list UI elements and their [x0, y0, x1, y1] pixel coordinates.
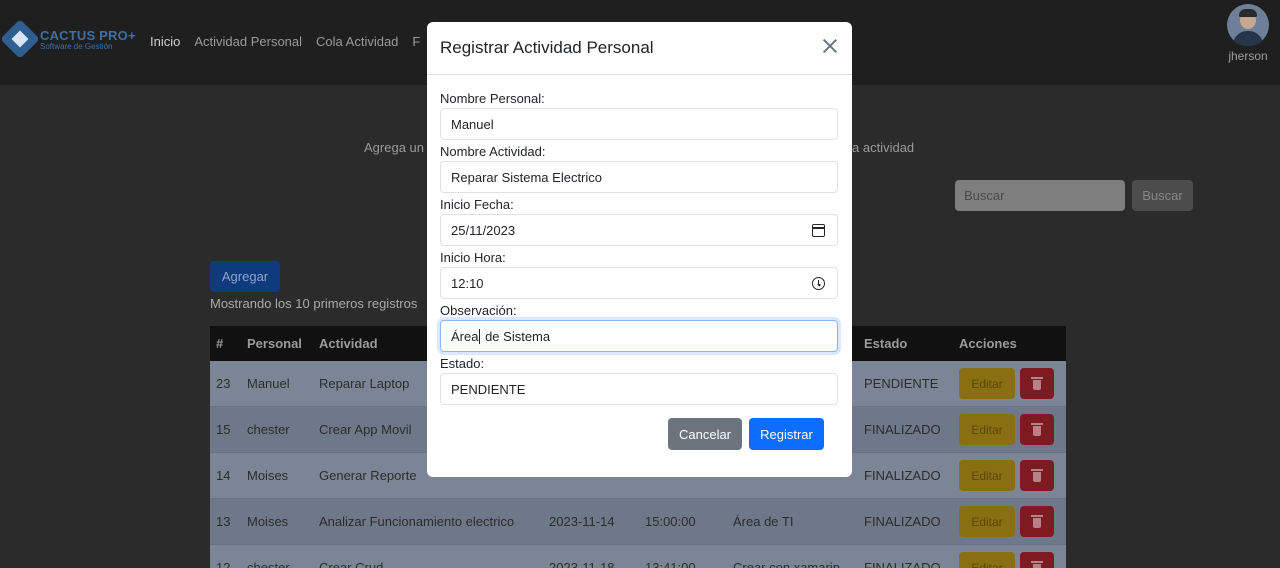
inicio-fecha-label: Inicio Fecha:	[440, 197, 514, 212]
cell-personal: chester	[247, 422, 290, 437]
page-subtitle-right: a actividad	[852, 140, 915, 155]
cactus-logo-icon	[0, 19, 40, 59]
trash-icon	[1031, 561, 1043, 568]
cell-estado: PENDIENTE	[864, 376, 939, 391]
header-id: #	[216, 336, 224, 351]
trash-icon	[1031, 515, 1043, 528]
cell-personal: Moises	[247, 514, 289, 529]
delete-button[interactable]	[1020, 414, 1054, 445]
trash-icon	[1031, 377, 1043, 390]
cell-observacion: Área de TI	[733, 514, 794, 529]
cell-estado: FINALIZADO	[864, 560, 941, 568]
cell-estado: FINALIZADO	[864, 422, 941, 437]
nav-link-inicio[interactable]: Inicio	[150, 34, 180, 49]
nombre-actividad-input[interactable]: Reparar Sistema Electrico	[440, 161, 838, 193]
edit-button[interactable]: Editar	[959, 552, 1015, 568]
brand[interactable]: CACTUS PRO+ Software de Gestión	[0, 19, 136, 59]
estado-value: PENDIENTE	[451, 381, 526, 397]
observacion-value-after: de Sistema	[481, 328, 551, 344]
delete-button[interactable]	[1020, 368, 1054, 399]
nombre-personal-input[interactable]: Manuel	[440, 108, 838, 140]
estado-input[interactable]: PENDIENTE	[440, 373, 838, 405]
inicio-hora-value: 12:10	[451, 275, 484, 291]
nombre-personal-value: Manuel	[451, 116, 494, 132]
cell-hora: 15:00:00	[645, 514, 696, 529]
page-subtitle-left: Agrega un	[364, 140, 424, 155]
add-button[interactable]: Agregar	[210, 261, 280, 292]
brand-title: CACTUS PRO+	[40, 28, 136, 43]
cell-actividad: Analizar Funcionamiento electrico	[319, 514, 515, 529]
header-estado: Estado	[864, 336, 908, 351]
cell-estado: FINALIZADO	[864, 468, 941, 483]
cell-fecha: 2023-11-14	[549, 514, 615, 529]
cancel-button[interactable]: Cancelar	[668, 418, 742, 450]
inicio-fecha-value: 25/11/2023	[451, 222, 516, 238]
modal-footer: Cancelar Registrar	[668, 418, 824, 450]
cell-actividad: Crear Crud	[319, 560, 384, 568]
trash-icon	[1031, 469, 1043, 482]
search-input[interactable]	[955, 180, 1125, 211]
cell-id: 23	[216, 376, 231, 391]
modal-title: Registrar Actividad Personal	[440, 38, 654, 57]
edit-button[interactable]: Editar	[959, 506, 1015, 537]
edit-button[interactable]: Editar	[959, 414, 1015, 445]
table-row: 13 Moises Analizar Funcionamiento electr…	[210, 499, 1066, 545]
text-cursor	[479, 328, 481, 344]
cell-id: 13	[216, 514, 231, 529]
estado-label: Estado:	[440, 356, 485, 371]
brand-subtitle: Software de Gestión	[40, 42, 113, 51]
user-menu[interactable]: jherson	[1226, 4, 1270, 63]
clock-icon[interactable]	[812, 277, 825, 290]
calendar-icon[interactable]	[812, 224, 825, 237]
observacion-label: Observación:	[440, 303, 517, 318]
header-personal: Personal	[247, 336, 302, 351]
nombre-actividad-label: Nombre Actividad:	[440, 144, 546, 159]
trash-icon	[1031, 423, 1043, 436]
cell-id: 12	[216, 560, 231, 568]
edit-button[interactable]: Editar	[959, 460, 1015, 491]
register-activity-modal: Registrar Actividad Personal Nombre Pers…	[427, 22, 852, 477]
delete-button[interactable]	[1020, 552, 1054, 568]
observacion-input[interactable]: Área de Sistema	[440, 320, 838, 352]
nav-link-cola-actividad[interactable]: Cola Actividad	[316, 34, 398, 49]
delete-button[interactable]	[1020, 506, 1054, 537]
cell-hora: 13:41:00	[645, 560, 696, 568]
inicio-hora-input[interactable]: 12:10	[440, 267, 838, 299]
cell-fecha: 2023-11-18	[549, 560, 615, 568]
avatar[interactable]	[1227, 4, 1269, 46]
cell-personal: Manuel	[247, 376, 290, 391]
cell-id: 14	[216, 468, 231, 483]
nombre-actividad-value: Reparar Sistema Electrico	[451, 169, 602, 185]
cell-observacion: Crear con xamarin	[733, 560, 840, 568]
user-name: jherson	[1228, 49, 1268, 63]
inicio-fecha-input[interactable]: 25/11/2023	[440, 214, 838, 246]
cell-id: 15	[216, 422, 231, 437]
cell-personal: Moises	[247, 468, 289, 483]
cell-personal: chester	[247, 560, 290, 568]
modal-body: Nombre Personal: Manuel Nombre Actividad…	[440, 90, 838, 408]
nombre-personal-label: Nombre Personal:	[440, 91, 545, 106]
cell-estado: FINALIZADO	[864, 514, 941, 529]
register-button[interactable]: Registrar	[749, 418, 824, 450]
header-acciones: Acciones	[959, 336, 1017, 351]
inicio-hora-label: Inicio Hora:	[440, 250, 506, 265]
search-button[interactable]: Buscar	[1132, 180, 1193, 211]
records-count-text: Mostrando los 10 primeros registros	[210, 296, 418, 311]
observacion-value-before: Área	[451, 328, 479, 344]
close-icon	[822, 38, 838, 54]
nav-links: Inicio Actividad Personal Cola Actividad…	[150, 34, 434, 49]
close-button[interactable]	[820, 36, 840, 56]
nav-link-partial[interactable]: F	[412, 34, 420, 49]
modal-header: Registrar Actividad Personal	[427, 22, 852, 75]
nav-link-actividad-personal[interactable]: Actividad Personal	[194, 34, 302, 49]
edit-button[interactable]: Editar	[959, 368, 1015, 399]
delete-button[interactable]	[1020, 460, 1054, 491]
table-row: 12 chester Crear Crud 2023-11-18 13:41:0…	[210, 545, 1066, 568]
